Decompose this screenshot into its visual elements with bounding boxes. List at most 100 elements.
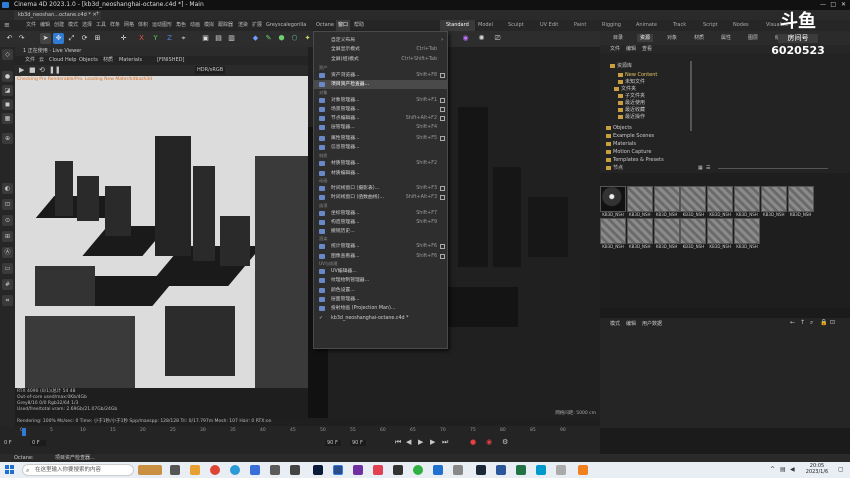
hamburger-icon[interactable]: ≡ [4,21,10,29]
app-icon[interactable] [453,465,463,475]
menu-15[interactable]: 扩展 [250,20,264,31]
live-viewer-menu-item[interactable]: [FINISHED] [157,56,184,65]
preview-end-field[interactable]: 90 F [350,440,366,446]
asset-tree-node[interactable]: Objects [606,125,632,131]
layout-tab-sculpt[interactable]: Sculpt [508,20,524,31]
move-icon[interactable]: ✥ [53,33,64,44]
window-menu-item[interactable]: 时间线窗口 (函数曲线)... Shift+Alt+F3 [314,193,447,202]
word-icon[interactable] [496,465,506,475]
window-menu-item[interactable]: 层管理器... Shift+F4 [314,123,447,132]
asset-tree-node[interactable]: 最近操作 [618,114,645,120]
layout-tab-paint[interactable]: Paint [574,20,586,31]
asset-thumbnail[interactable] [787,186,814,212]
generator-icon[interactable]: ⬢ [276,33,287,44]
menu-7[interactable]: 网格 [122,20,136,31]
scale-icon[interactable]: ⤢ [66,33,77,44]
list-view-icon[interactable]: ☰ [706,165,710,171]
right-panel-tab[interactable]: 属性 [718,34,734,42]
window-menu-item[interactable]: 全屏(组)模式 Ctrl+Shift+Tab [314,55,447,64]
rotate-icon[interactable]: ⟳ [79,33,90,44]
goto-start-icon[interactable]: ⏮ [395,438,401,447]
menu-1[interactable]: 编辑 [38,20,52,31]
app-icon[interactable] [536,465,546,475]
coord-system-icon[interactable]: ⌖ [178,33,189,44]
task-view-icon[interactable] [170,465,180,475]
points-mode-icon[interactable]: ● [2,71,13,82]
y-axis-icon[interactable]: Y [150,33,161,44]
x-axis-icon[interactable]: X [136,33,147,44]
axis-mode-icon[interactable]: ⊕ [2,133,13,144]
live-viewer-viewport[interactable]: Checking Pro Renderable/Pro. Loading New… [15,76,308,388]
play-render-icon[interactable]: ▶ [19,66,24,74]
edges-mode-icon[interactable]: ◪ [2,85,13,96]
asset-tree-node[interactable]: Materials [606,141,636,147]
stop-render-icon[interactable]: ■ [29,66,36,74]
menu-6[interactable]: 样条 [108,20,122,31]
workplane-icon[interactable]: ▭ [2,263,13,274]
menu-18[interactable]: 窗口 [336,20,351,31]
open-new-window-icon[interactable] [440,116,445,122]
excel-icon[interactable] [516,465,526,475]
taskbar-search-input[interactable]: ⌕ 在这里输入你要搜索的内容 [22,464,134,476]
light-icon[interactable]: ✺ [476,33,487,44]
menu-2[interactable]: 创建 [52,20,66,31]
timeline-playhead[interactable] [22,428,26,436]
select-icon[interactable]: ➤ [40,33,51,44]
asset-tree-node[interactable]: New Content [618,72,657,78]
asset-menu-item[interactable]: 编辑 [626,45,636,53]
layout-tab-animate[interactable]: Animate [636,20,657,31]
asset-thumbnail[interactable] [600,218,626,244]
tree-scrollbar[interactable] [690,61,692,131]
window-menu-item[interactable]: 对象管理器... Shift+F1 [314,96,447,105]
menu-8[interactable]: 体积 [136,20,150,31]
menu-14[interactable]: 渲染 [236,20,250,31]
restart-render-icon[interactable]: ⟲ [39,66,45,74]
menu-9[interactable]: 运动图形 [150,20,174,31]
timeline-ruler[interactable]: 051015202530354045505560657075808590 [20,428,590,436]
menu-5[interactable]: 工具 [94,20,108,31]
asset-thumbnail[interactable] [680,186,707,212]
app-icon[interactable] [353,465,363,475]
attribute-menu-item[interactable]: 编辑 [626,320,636,327]
asset-tree-node[interactable]: 子文件夹 [618,93,645,99]
live-viewer-menu-item[interactable]: Help [65,56,76,65]
deformer-icon[interactable]: ⬡ [289,33,300,44]
app-icon[interactable] [578,465,588,475]
asset-thumbnail[interactable] [626,218,653,244]
attribute-menu-item[interactable]: 用户数据 [642,320,662,327]
window-menu-item[interactable]: 层面管理器... [314,295,447,304]
window-menu-item[interactable]: 坐标管理器... Shift+F7 [314,209,447,218]
app-icon[interactable] [393,465,403,475]
window-menu-item[interactable]: 构造管理器... Shift+F9 [314,218,447,227]
asset-thumbnail[interactable] [734,218,760,244]
field-icon[interactable]: ✦ [302,33,313,44]
add-tab-icon[interactable]: + [95,10,100,17]
news-widget-icon[interactable] [138,465,162,475]
window-menu-item[interactable]: UV编辑器... [314,267,447,276]
menu-17[interactable]: Octane [314,20,336,31]
file-explorer-icon[interactable] [190,465,200,475]
taskbar-clock[interactable]: 20:05 2023/1/6 [802,463,832,475]
volume-icon[interactable]: ◀ [790,466,795,473]
open-new-window-icon[interactable] [440,97,445,103]
minimize-icon[interactable]: — [820,0,826,10]
model-mode-icon[interactable]: ◇ [2,49,13,60]
asset-tree-node[interactable]: 最近使用 [618,100,645,106]
play-icon[interactable]: ▶ [418,438,423,446]
layout-tab-standard[interactable]: Standard [440,20,475,31]
open-new-window-icon[interactable] [440,135,445,141]
app-icon[interactable] [290,465,300,475]
app-icon[interactable] [373,465,383,475]
menu-3[interactable]: 模式 [66,20,80,31]
asset-thumbnail[interactable] [734,186,760,212]
open-new-window-icon[interactable] [440,185,445,191]
document-tab[interactable]: kb3d_neoshan...octane.c4d * ✕ [14,11,101,20]
thumbnail-size-slider[interactable] [718,168,828,169]
render-view-icon[interactable]: ▣ [200,33,211,44]
autokey-icon[interactable]: ◉ [486,438,492,446]
redo-icon[interactable]: ↷ [16,33,27,44]
open-new-window-icon[interactable] [440,72,445,78]
window-menu-item[interactable]: ✓ kb3d_neoshanghai-octane.c4d * [314,314,447,323]
window-menu-item[interactable]: 自定义布局 › [314,36,447,45]
lock-icon[interactable]: 🔒 [820,319,827,326]
